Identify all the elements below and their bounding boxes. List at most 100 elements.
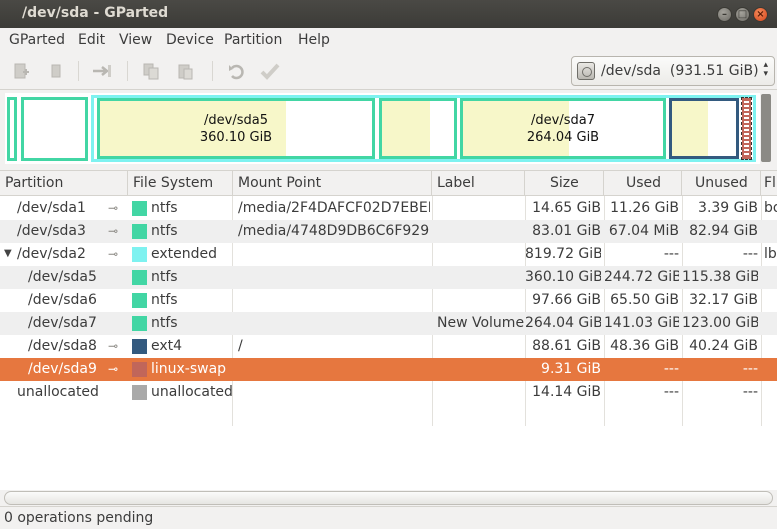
cell-flags: lb [764, 246, 777, 262]
apply-icon[interactable] [259, 60, 281, 82]
map-partition-sda1[interactable] [7, 97, 17, 161]
col-label[interactable]: Label [432, 171, 525, 196]
col-filesystem[interactable]: File System [128, 171, 233, 196]
menu-device[interactable]: Device [166, 32, 214, 48]
map-partition-sda7[interactable]: /dev/sda7 264.04 GiB [460, 98, 666, 159]
combo-arrows-icon: ▴ ▾ [763, 60, 768, 79]
cell-size: 14.65 GiB [532, 200, 601, 216]
table-row[interactable]: /dev/sda6 ntfs 97.66 GiB 65.50 GiB 32.17… [0, 289, 777, 312]
resize-move-icon[interactable] [91, 60, 113, 82]
key-icon: ⊸ [108, 201, 119, 215]
harddisk-icon [577, 62, 595, 80]
col-flags[interactable]: Fl [761, 171, 777, 196]
cell-filesystem: ntfs [151, 269, 178, 285]
expander-arrow-icon[interactable]: ▼ [4, 248, 12, 259]
map-label-sda7: /dev/sda7 264.04 GiB [463, 112, 663, 146]
cell-flags [764, 381, 777, 404]
device-selector[interactable]: /dev/sda (931.51 GiB) ▴ ▾ [571, 56, 775, 86]
delete-icon[interactable] [45, 60, 67, 82]
table-row[interactable]: /dev/sda8 ⊸ ext4 / 88.61 GiB 48.36 GiB 4… [0, 335, 777, 358]
undo-icon[interactable] [225, 60, 247, 82]
paste-icon[interactable] [174, 60, 196, 82]
cell-filesystem: ntfs [151, 292, 178, 308]
menu-bar: GParted Edit View Device Partition Help [0, 28, 777, 52]
cell-filesystem: ext4 [151, 338, 183, 354]
cell-flags [764, 266, 777, 289]
menu-partition[interactable]: Partition [224, 32, 282, 48]
cell-size: 9.31 GiB [541, 361, 601, 377]
cell-partition: /dev/sda9 [28, 361, 97, 377]
cell-unused: 3.39 GiB [698, 200, 758, 216]
cell-used: 48.36 GiB [610, 338, 679, 354]
status-text: 0 operations pending [4, 510, 154, 526]
col-unused[interactable]: Unused [682, 171, 761, 196]
map-label-sda5: /dev/sda5 360.10 GiB [100, 112, 372, 146]
map-sda7-size: 264.04 GiB [526, 130, 600, 145]
cell-mountpoint: /media/4748D9DB6C6F9298 [238, 223, 430, 239]
menu-view[interactable]: View [119, 32, 152, 48]
map-sda7-name: /dev/sda7 [531, 113, 595, 128]
new-partition-icon[interactable] [10, 60, 32, 82]
device-name: /dev/sda [601, 63, 661, 79]
map-partition-sda9[interactable] [741, 97, 752, 160]
cell-unused: 40.24 GiB [689, 338, 758, 354]
map-partition-sda8[interactable] [669, 98, 739, 159]
table-row[interactable]: unallocated unallocated 14.14 GiB --- --… [0, 381, 777, 404]
cell-size: 360.10 GiB [525, 269, 601, 285]
cell-flags [764, 289, 777, 312]
used-space-bar [672, 101, 708, 156]
cell-mountpoint: /media/2F4DAFCF02D7EBEB [238, 200, 430, 216]
horizontal-scrollbar[interactable] [4, 491, 773, 505]
cell-flags: bo [764, 200, 777, 216]
cell-flags [764, 220, 777, 243]
col-mountpoint[interactable]: Mount Point [233, 171, 432, 196]
cell-filesystem: ntfs [151, 200, 178, 216]
menu-edit[interactable]: Edit [78, 32, 105, 48]
table-row-selected[interactable]: /dev/sda9 ⊸ linux-swap 9.31 GiB --- --- [0, 358, 777, 381]
cell-partition: /dev/sda7 [28, 315, 97, 331]
col-size[interactable]: Size [525, 171, 604, 196]
close-icon[interactable]: × [753, 7, 768, 22]
menu-gparted[interactable]: GParted [9, 32, 65, 48]
table-row[interactable]: /dev/sda5 ntfs 360.10 GiB 244.72 GiB 115… [0, 266, 777, 289]
cell-filesystem: ntfs [151, 223, 178, 239]
cell-unused: 32.17 GiB [689, 292, 758, 308]
map-sda5-name: /dev/sda5 [204, 113, 268, 128]
title-bar: /dev/sda - GParted – □ × [0, 0, 777, 28]
map-partition-sda3[interactable] [21, 97, 88, 161]
cell-used: 244.72 GiB [604, 269, 679, 285]
menu-help[interactable]: Help [298, 32, 330, 48]
map-partition-sda5[interactable]: /dev/sda5 360.10 GiB [97, 98, 375, 159]
cell-size: 97.66 GiB [532, 292, 601, 308]
col-used[interactable]: Used [604, 171, 682, 196]
fs-color-swatch [132, 385, 147, 400]
copy-icon[interactable] [140, 60, 162, 82]
fs-color-swatch [132, 316, 147, 331]
cell-partition: /dev/sda3 [17, 223, 86, 239]
cell-used: 141.03 GiB [604, 315, 679, 331]
table-row[interactable]: /dev/sda3 ⊸ ntfs /media/4748D9DB6C6F9298… [0, 220, 777, 243]
cell-mountpoint [238, 243, 430, 266]
cell-used: 67.04 MiB [608, 223, 679, 239]
cell-mountpoint [238, 289, 430, 312]
cell-partition: unallocated [17, 384, 99, 400]
unallocated-map-segment[interactable] [761, 94, 771, 162]
cell-partition: /dev/sda5 [28, 269, 97, 285]
cell-used: --- [663, 384, 679, 400]
cell-partition: /dev/sda8 [28, 338, 97, 354]
toolbar-separator [127, 61, 128, 81]
cell-mountpoint [238, 266, 430, 289]
maximize-icon[interactable]: □ [735, 7, 750, 22]
table-row[interactable]: /dev/sda7 ntfs New Volume 264.04 GiB 141… [0, 312, 777, 335]
device-selector-label: /dev/sda (931.51 GiB) [601, 63, 759, 79]
minimize-icon[interactable]: – [717, 7, 732, 22]
key-icon: ⊸ [108, 224, 119, 238]
cell-size: 819.72 GiB [525, 246, 601, 262]
table-row[interactable]: /dev/sda1 ⊸ ntfs /media/2F4DAFCF02D7EBEB… [0, 197, 777, 220]
window-title: /dev/sda - GParted [22, 5, 169, 21]
cell-filesystem: extended [151, 246, 218, 262]
device-size: (931.51 GiB) [669, 63, 759, 79]
map-partition-sda6[interactable] [379, 98, 457, 159]
table-row[interactable]: ▼ /dev/sda2 ⊸ extended 819.72 GiB --- --… [0, 243, 777, 266]
col-partition[interactable]: Partition [0, 171, 128, 196]
